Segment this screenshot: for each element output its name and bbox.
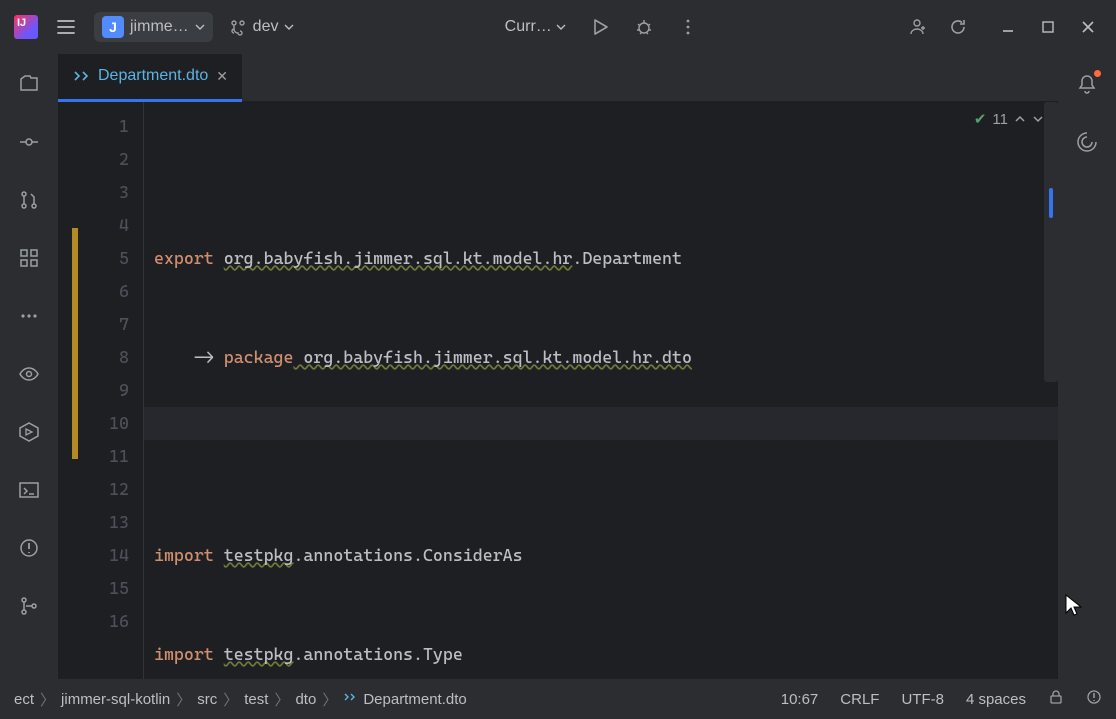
breadcrumb-item[interactable]: ect — [14, 691, 34, 708]
branch-label: dev — [253, 18, 279, 36]
readonly-toggle[interactable] — [1048, 689, 1064, 709]
scrollbar-track[interactable] — [1044, 102, 1058, 382]
chevron-down-icon[interactable] — [1032, 113, 1044, 125]
check-icon: ✔ — [974, 110, 987, 128]
breadcrumb-separator-icon: 〉 — [274, 689, 289, 710]
cursor-position[interactable]: 10:67 — [781, 691, 819, 708]
services-tool-button[interactable] — [11, 414, 47, 450]
status-problems-icon[interactable] — [1086, 689, 1102, 709]
run-config-label: Curr… — [505, 18, 552, 36]
breadcrumb-separator-icon: 〉 — [40, 689, 55, 710]
breadcrumb-item[interactable]: test — [244, 691, 268, 708]
breadcrumb-separator-icon: 〉 — [176, 689, 191, 710]
more-actions-button[interactable] — [670, 9, 706, 45]
change-marker[interactable] — [72, 228, 78, 459]
line-number[interactable]: 16 — [64, 605, 129, 638]
scrollbar-marker — [1049, 188, 1053, 218]
breadcrumb-separator-icon: 〉 — [322, 689, 337, 710]
code-editor[interactable]: 12345678910111213141516 export org.babyf… — [58, 102, 1058, 679]
line-number[interactable]: 12 — [64, 473, 129, 506]
top-toolbar: J jimme… dev Curr… — [0, 0, 1116, 54]
dto-file-icon — [343, 690, 357, 708]
editor-area: Department.dto ✕ 12345678910111213141516… — [58, 54, 1058, 679]
vcs-tool-button[interactable] — [11, 588, 47, 624]
breadcrumb-item[interactable]: jimmer-sql-kotlin — [61, 691, 170, 708]
line-number[interactable]: 1 — [64, 110, 129, 143]
view-tool-button[interactable] — [11, 356, 47, 392]
chevron-down-icon — [195, 22, 205, 32]
close-window-button[interactable] — [1070, 9, 1106, 45]
gutter-line-numbers: 12345678910111213141516 — [58, 102, 144, 679]
main-menu-button[interactable] — [46, 7, 86, 47]
code-content[interactable]: export org.babyfish.jimmer.sql.kt.model.… — [144, 102, 1058, 679]
right-tool-strip — [1058, 54, 1116, 679]
file-encoding[interactable]: UTF-8 — [901, 691, 944, 708]
minimize-button[interactable] — [990, 9, 1026, 45]
maximize-button[interactable] — [1030, 9, 1066, 45]
branch-icon — [229, 18, 247, 36]
debug-button[interactable] — [626, 9, 662, 45]
pull-requests-tool-button[interactable] — [11, 182, 47, 218]
tab-label: Department.dto — [98, 67, 208, 85]
project-name-label: jimme… — [130, 18, 189, 36]
reload-button[interactable] — [940, 9, 976, 45]
structure-tool-button[interactable] — [11, 240, 47, 276]
status-bar: ect 〉 jimmer-sql-kotlin 〉 src 〉 test 〉 dto 〉 Depar… — [0, 679, 1116, 719]
ide-logo-icon — [14, 15, 38, 39]
line-separator[interactable]: CRLF — [840, 691, 879, 708]
project-tool-button[interactable] — [11, 66, 47, 102]
more-tools-button[interactable] — [11, 298, 47, 334]
inspection-widget[interactable]: ✔ 11 — [974, 110, 1044, 128]
line-number[interactable]: 15 — [64, 572, 129, 605]
project-letter-icon: J — [102, 16, 124, 38]
breadcrumb-item[interactable]: dto — [295, 691, 316, 708]
git-branch-dropdown[interactable]: dev — [221, 14, 303, 40]
indent-setting[interactable]: 4 spaces — [966, 691, 1026, 708]
left-tool-strip — [0, 54, 58, 679]
breadcrumbs: ect 〉 jimmer-sql-kotlin 〉 src 〉 test 〉 dto 〉 Depar… — [14, 689, 467, 710]
run-button[interactable] — [582, 9, 618, 45]
line-number[interactable]: 14 — [64, 539, 129, 572]
chevron-up-icon[interactable] — [1014, 113, 1026, 125]
code-with-me-button[interactable] — [900, 9, 936, 45]
terminal-tool-button[interactable] — [11, 472, 47, 508]
project-dropdown[interactable]: J jimme… — [94, 12, 213, 42]
notification-dot-icon — [1094, 70, 1101, 77]
line-number[interactable]: 3 — [64, 176, 129, 209]
run-config-dropdown[interactable]: Curr… — [497, 14, 574, 40]
dto-file-icon — [72, 67, 90, 85]
line-number[interactable]: 13 — [64, 506, 129, 539]
notifications-button[interactable] — [1069, 66, 1105, 102]
ai-assistant-button[interactable] — [1069, 124, 1105, 160]
tab-department-dto[interactable]: Department.dto ✕ — [58, 54, 242, 102]
breadcrumb-separator-icon: 〉 — [223, 689, 238, 710]
breadcrumb-item[interactable]: Department.dto — [363, 691, 466, 708]
inspection-count: 11 — [992, 111, 1008, 128]
editor-tabs: Department.dto ✕ — [58, 54, 1058, 102]
commit-tool-button[interactable] — [11, 124, 47, 160]
chevron-down-icon — [556, 22, 566, 32]
breadcrumb-item[interactable]: src — [197, 691, 217, 708]
line-number[interactable]: 2 — [64, 143, 129, 176]
chevron-down-icon — [284, 22, 294, 32]
problems-tool-button[interactable] — [11, 530, 47, 566]
close-tab-button[interactable]: ✕ — [216, 68, 228, 85]
